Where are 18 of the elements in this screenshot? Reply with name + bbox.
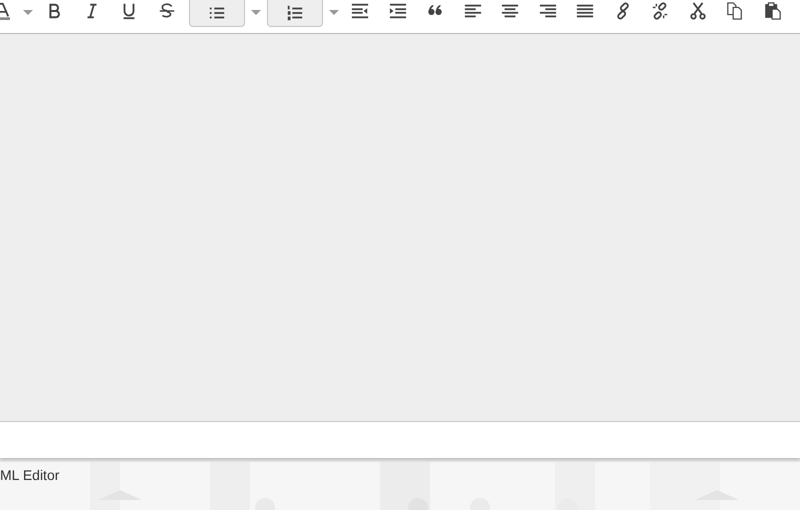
caret-icon (22, 10, 32, 14)
align-left-icon (464, 2, 482, 20)
unlink-icon (651, 2, 670, 20)
numbered-list-icon (286, 4, 304, 22)
copy-icon (726, 2, 744, 20)
toolbar-button[interactable] (188, 0, 244, 27)
align-right-icon (538, 2, 557, 20)
status-text: ML Editor (0, 466, 60, 485)
indent-icon (388, 2, 407, 20)
toolbar-button[interactable] (266, 0, 322, 27)
cut-icon (688, 2, 707, 20)
align-center-icon (501, 2, 520, 20)
strikethrough-icon (158, 2, 176, 20)
caret-icon (250, 10, 260, 14)
justify-icon (576, 2, 594, 20)
paste-icon (764, 2, 782, 20)
caret-icon (328, 10, 338, 14)
outdent-icon (351, 2, 370, 20)
